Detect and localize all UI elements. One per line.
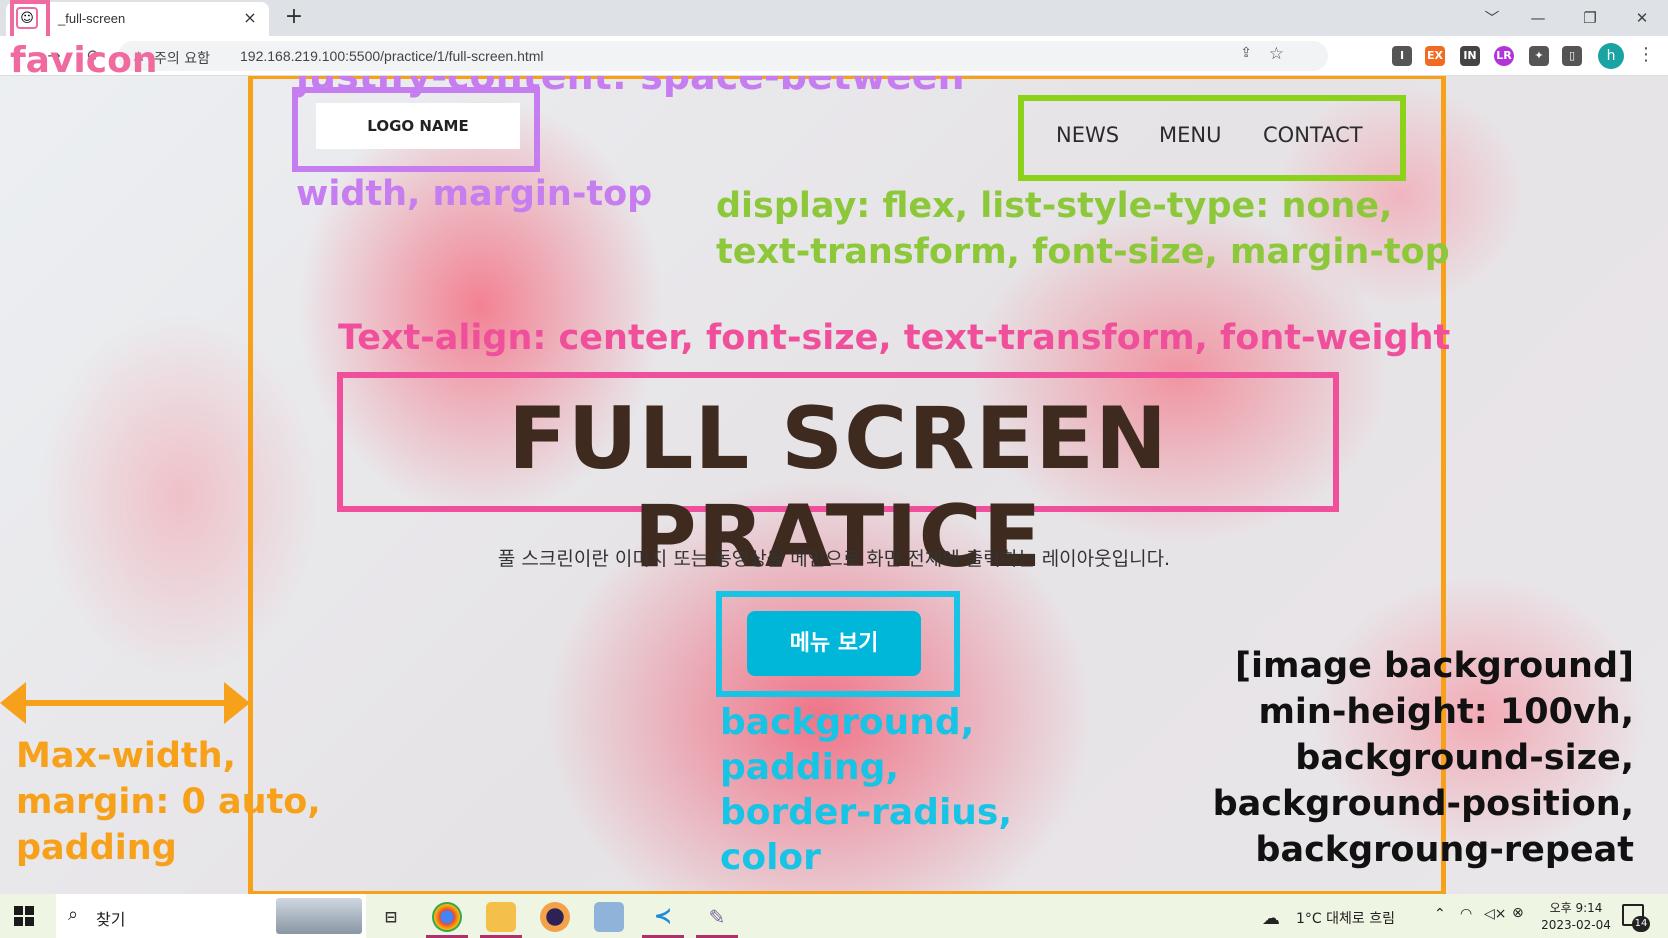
eclipse-icon[interactable] <box>540 902 570 932</box>
annotation-button-line: border-radius, <box>720 792 1013 833</box>
extension-icon[interactable]: EX <box>1425 46 1445 66</box>
favicon-highlight-box <box>10 0 50 40</box>
annotation-nav-line1: display: flex, list-style-type: none, <box>716 186 1393 226</box>
power-icon[interactable]: ⊗ <box>1512 905 1524 921</box>
annotation-justify: justify-content: space-between <box>296 76 965 98</box>
volume-muted-icon[interactable]: ◁× <box>1484 906 1507 922</box>
search-icon: ⌕ <box>68 904 79 925</box>
chrome-icon[interactable] <box>432 902 462 932</box>
puzzle-extensions-icon[interactable]: ✦ <box>1529 46 1549 66</box>
arrow-right-icon <box>224 682 250 724</box>
paint-icon[interactable]: ✎ <box>702 902 732 932</box>
weather-text[interactable]: 1°C 대체로 흐림 <box>1296 908 1395 928</box>
restore-button[interactable]: ❐ <box>1570 4 1610 32</box>
hero-description: 풀 스크린이란 이미지 또는 동영상을 메인으로 화면 전체에 출력하는 레이아… <box>497 548 1171 570</box>
taskbar: ⌕ 찾기 ⊟ ≺ ✎ ☁ 1°C 대체로 흐림 ⌃ ◠ ◁× ⊗ 오후 9:14… <box>0 894 1668 938</box>
annotation-nav-line2: text-transform, font-size, margin-top <box>716 232 1450 272</box>
clock-time[interactable]: 오후 9:14 <box>1544 899 1608 916</box>
profile-avatar[interactable]: h <box>1598 43 1624 69</box>
notepad-icon[interactable] <box>594 902 624 932</box>
bookmark-star-icon[interactable]: ☆ <box>1269 44 1284 64</box>
annotation-background-line: background-size, <box>1295 738 1634 778</box>
vscode-icon[interactable]: ≺ <box>648 902 678 932</box>
wifi-icon[interactable]: ◠ <box>1460 906 1472 922</box>
annotation-container-line: Max-width, <box>16 736 236 776</box>
extension-icon[interactable]: IN <box>1460 46 1480 66</box>
annotation-button-line: background, <box>720 702 975 743</box>
logo[interactable]: LOGO NAME <box>316 103 520 149</box>
annotation-button-line: color <box>720 837 821 878</box>
taskbar-search[interactable]: ⌕ 찾기 <box>56 894 366 938</box>
page-viewport: LOGO NAME NEWS MENU CONTACT FULL SCREEN … <box>0 76 1668 894</box>
minimize-button[interactable]: — <box>1518 4 1558 32</box>
search-highlight-image <box>276 898 362 934</box>
annotation-button-line: padding, <box>720 747 900 788</box>
clock-date[interactable]: 2023-02-04 <box>1536 918 1616 932</box>
windows-start-icon[interactable] <box>14 906 34 926</box>
view-menu-button[interactable]: 메뉴 보기 <box>747 611 921 676</box>
nav-contact[interactable]: CONTACT <box>1263 123 1363 147</box>
url-text[interactable]: 192.168.219.100:5500/practice/1/full-scr… <box>240 48 544 64</box>
extension-icon[interactable]: LR <box>1494 46 1514 66</box>
annotation-background-line: backgroung-repeat <box>1255 830 1634 870</box>
address-bar: ← → ⟳ ▲ 주의 요함 192.168.219.100:5500/pract… <box>0 36 1668 76</box>
close-window-button[interactable]: ✕ <box>1622 4 1662 32</box>
annotation-background-line: [image background] <box>1235 646 1634 686</box>
task-view-icon[interactable]: ⊟ <box>376 902 406 932</box>
more-menu-icon[interactable]: ⋮ <box>1636 44 1656 65</box>
annotation-logo: width, margin-top <box>296 174 653 214</box>
new-tab-button[interactable]: + <box>280 3 308 31</box>
nav-news[interactable]: NEWS <box>1056 123 1119 147</box>
annotation-title: Text-align: center, font-size, text-tran… <box>338 318 1451 358</box>
arrow-left-icon <box>0 682 26 724</box>
share-icon[interactable]: ⇪ <box>1240 45 1252 61</box>
side-panel-icon[interactable]: ▯ <box>1562 46 1582 66</box>
extension-icon[interactable]: I <box>1392 46 1412 66</box>
notification-count: 14 <box>1632 916 1650 932</box>
width-arrow-line <box>10 700 236 706</box>
logo-text: LOGO NAME <box>367 117 469 135</box>
security-warning[interactable]: 주의 요함 <box>154 48 210 68</box>
search-placeholder: 찾기 <box>96 910 126 929</box>
weather-icon: ☁ <box>1262 908 1280 929</box>
tab-strip: ☺ _full-screen × + ﹀ — ❐ ✕ <box>0 0 1668 36</box>
tab-title: _full-screen <box>58 11 126 26</box>
tab-search-icon[interactable]: ﹀ <box>1472 4 1512 32</box>
nav-menu[interactable]: MENU <box>1159 123 1221 147</box>
tray-chevron-icon[interactable]: ⌃ <box>1434 906 1446 922</box>
url-field[interactable]: ▲ 주의 요함 192.168.219.100:5500/practice/1/… <box>118 41 1328 71</box>
annotation-background-line: background-position, <box>1212 784 1634 824</box>
file-explorer-icon[interactable] <box>486 902 516 932</box>
annotation-container-line: padding <box>16 828 177 868</box>
tab-close-icon[interactable]: × <box>239 7 261 29</box>
annotation-container-line: margin: 0 auto, <box>16 782 321 822</box>
annotation-background-line: min-height: 100vh, <box>1258 692 1634 732</box>
annotation-favicon: favicon <box>10 40 158 81</box>
